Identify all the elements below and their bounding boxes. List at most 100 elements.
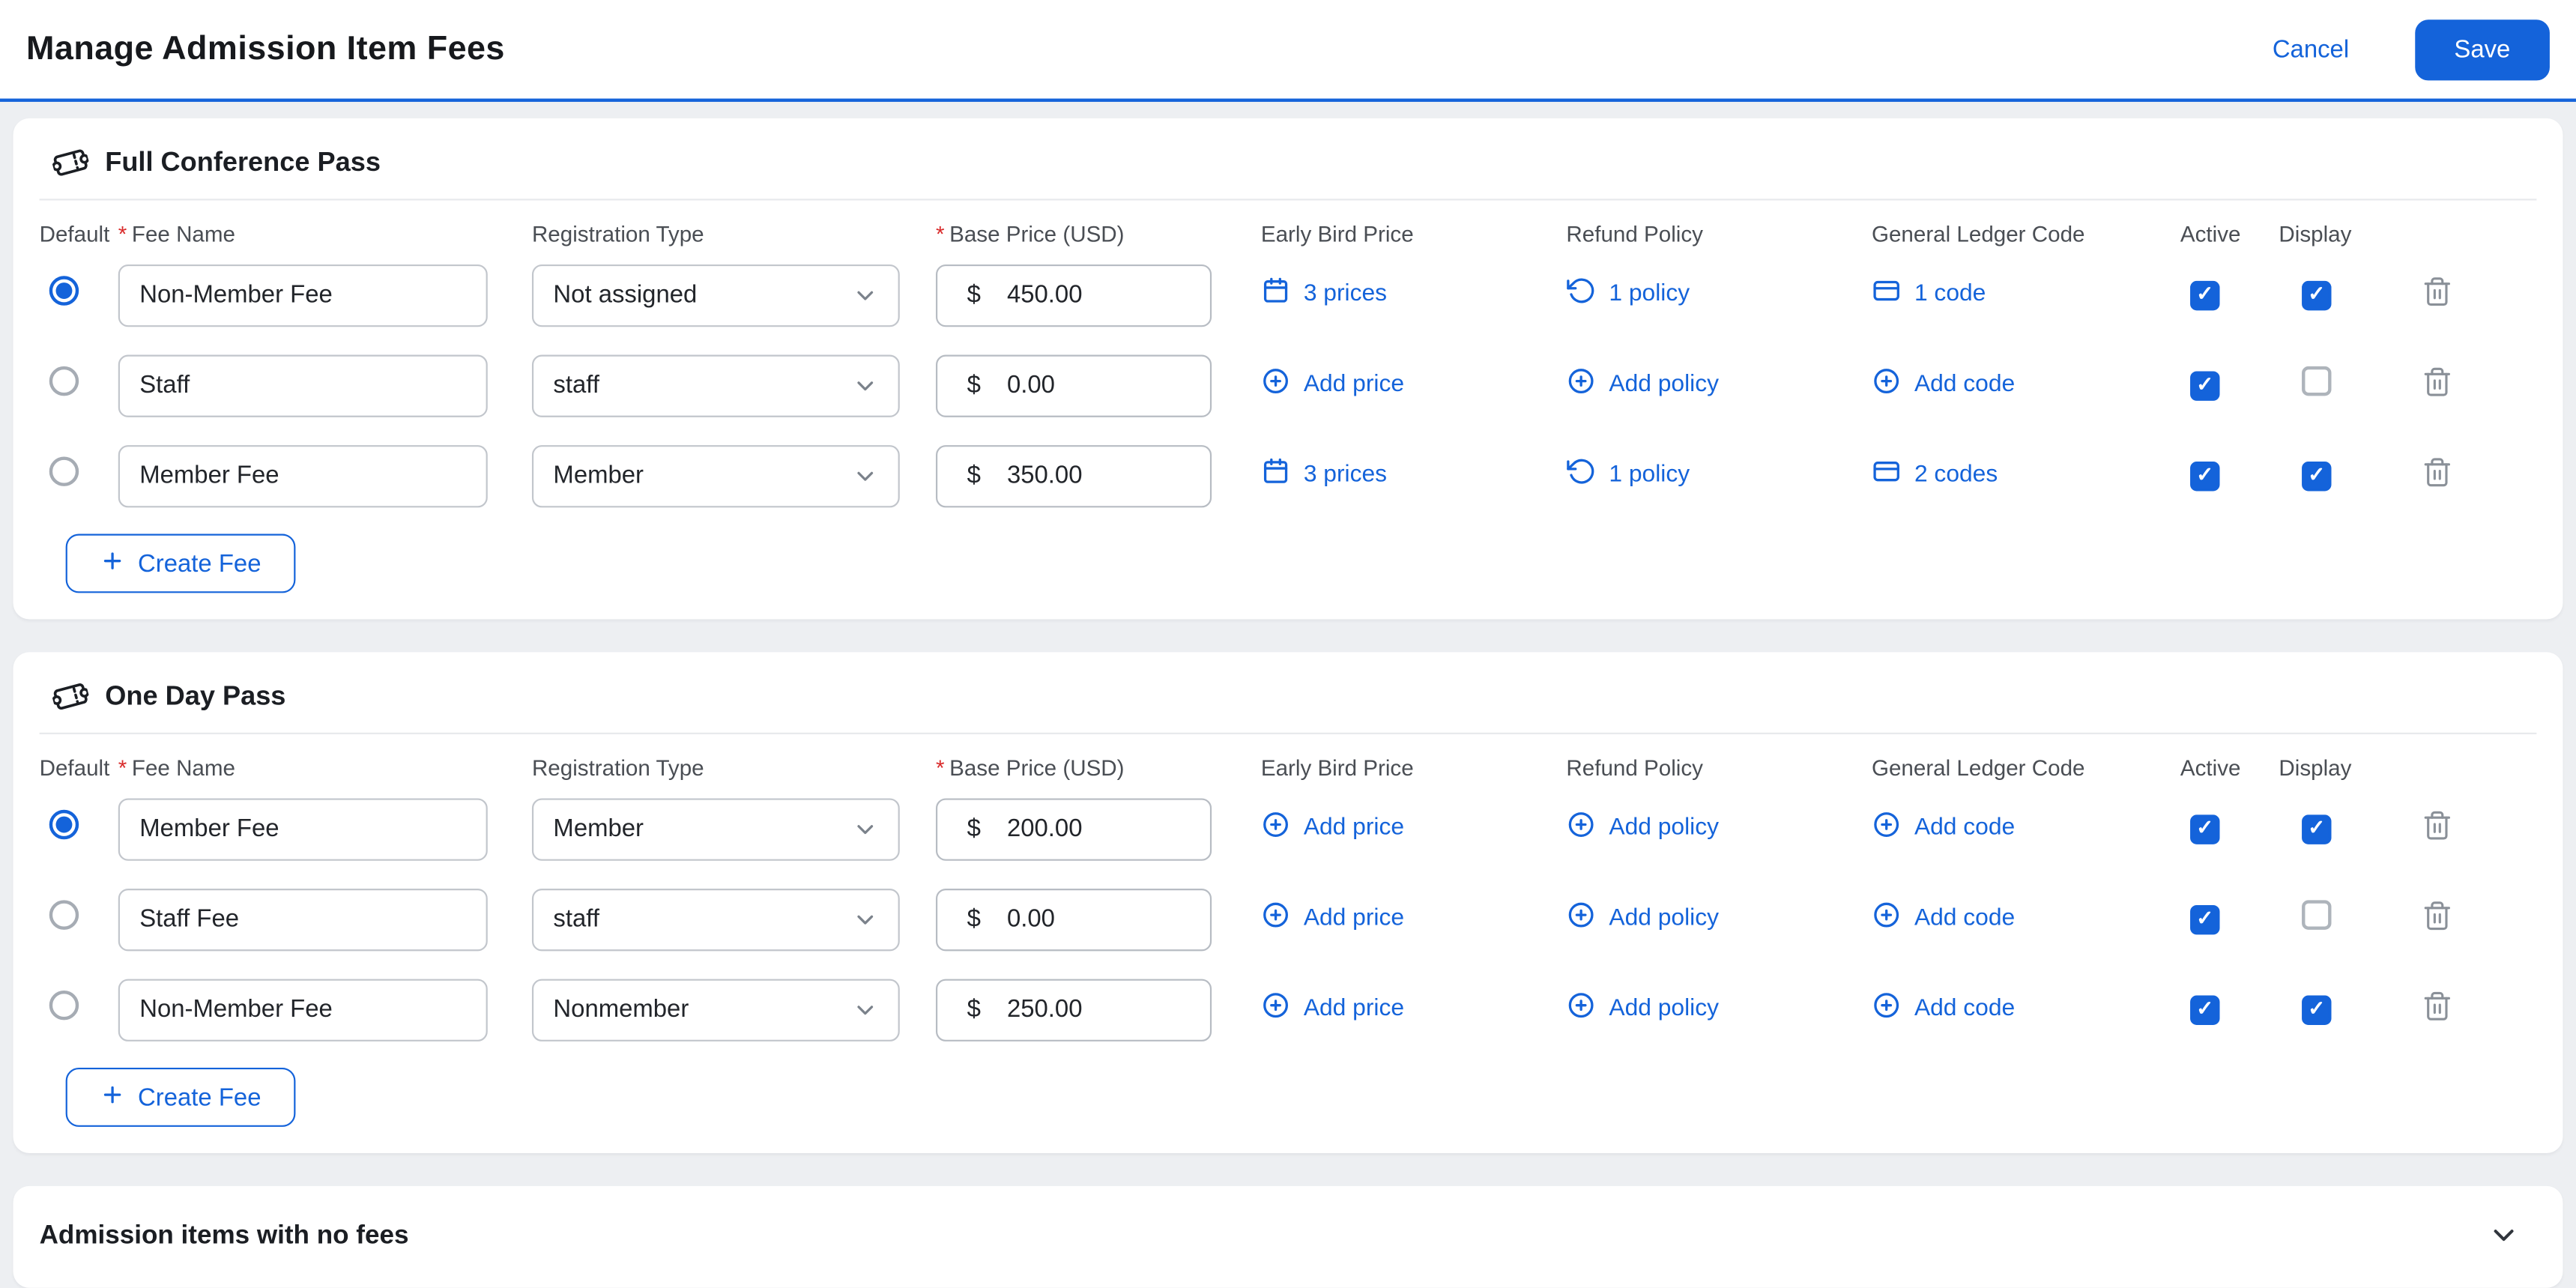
add-ledger-code-button[interactable]: Add code — [1872, 810, 2015, 846]
base-price-field[interactable]: $ — [935, 797, 1212, 860]
base-price-input[interactable] — [1006, 462, 1172, 490]
refund-policy-link[interactable]: 1 policy — [1566, 276, 1690, 312]
registration-type-value: Member — [553, 462, 644, 490]
fee-name-input[interactable] — [118, 887, 488, 951]
col-general-ledger-code: General Ledger Code — [1871, 220, 2085, 246]
default-fee-radio[interactable] — [49, 900, 79, 930]
delete-fee-button[interactable] — [2422, 275, 2453, 311]
currency-symbol: $ — [967, 462, 981, 490]
default-fee-radio[interactable] — [49, 809, 79, 840]
col-registration-type: Registration Type — [531, 755, 704, 780]
col-display: Display — [2279, 755, 2352, 780]
early-bird-price-link[interactable]: 3 prices — [1261, 456, 1387, 492]
add-refund-policy-button[interactable]: Add policy — [1566, 900, 1719, 936]
admission-items-no-fees-accordion[interactable]: Admission items with no fees — [13, 1185, 2563, 1288]
delete-fee-button[interactable] — [2422, 456, 2453, 492]
trash-icon — [2422, 809, 2453, 845]
base-price-field[interactable]: $ — [935, 354, 1212, 417]
add-refund-policy-button[interactable]: Add policy — [1566, 810, 1719, 846]
create-fee-label: Create Fee — [138, 549, 261, 578]
display-checkbox[interactable] — [2302, 814, 2332, 844]
early-bird-price-link[interactable]: 3 prices — [1261, 276, 1387, 312]
delete-fee-button[interactable] — [2422, 990, 2453, 1026]
registration-type-select[interactable]: Not assigned — [531, 263, 900, 327]
display-checkbox[interactable] — [2302, 994, 2332, 1025]
column-headers: Default * Fee Name Registration Type * Bas… — [40, 217, 2537, 250]
chevron-down-icon — [852, 372, 878, 399]
base-price-field[interactable]: $ — [935, 444, 1212, 507]
fee-name-input[interactable] — [118, 354, 488, 417]
delete-fee-button[interactable] — [2422, 899, 2453, 935]
add-early-bird-price-button[interactable]: Add price — [1261, 366, 1404, 402]
save-button[interactable]: Save — [2414, 19, 2550, 80]
default-fee-radio[interactable] — [49, 276, 79, 306]
add-refund-policy-button[interactable]: Add policy — [1566, 991, 1719, 1027]
base-price-input[interactable] — [1006, 904, 1172, 934]
section-header: One Day Pass — [39, 652, 2537, 734]
early-bird-label: Add price — [1303, 814, 1405, 841]
default-fee-radio[interactable] — [49, 456, 79, 486]
add-ledger-code-button[interactable]: Add code — [1872, 900, 2015, 936]
plus-circle-icon — [1261, 991, 1290, 1027]
refund-policy-label: 1 policy — [1609, 280, 1690, 307]
early-bird-label: Add price — [1303, 904, 1405, 932]
refund-policy-link[interactable]: 1 policy — [1566, 456, 1690, 492]
registration-type-select[interactable]: staff — [531, 354, 900, 417]
active-checkbox[interactable] — [2190, 904, 2220, 934]
add-early-bird-price-button[interactable]: Add price — [1261, 991, 1404, 1027]
display-checkbox[interactable] — [2302, 280, 2332, 310]
display-checkbox[interactable] — [2302, 461, 2332, 491]
refund-policy-icon — [1566, 456, 1595, 492]
add-ledger-code-button[interactable]: Add code — [1872, 991, 2015, 1027]
base-price-field[interactable]: $ — [935, 263, 1212, 327]
add-ledger-code-button[interactable]: Add code — [1872, 366, 2015, 402]
active-checkbox[interactable] — [2190, 461, 2220, 491]
ledger-code-label: 2 codes — [1914, 462, 1998, 489]
col-refund-policy: Refund Policy — [1566, 220, 1703, 246]
default-fee-radio[interactable] — [49, 990, 79, 1021]
expand-accordion-button[interactable] — [2488, 1218, 2537, 1256]
delete-fee-button[interactable] — [2422, 809, 2453, 845]
section-title: Full Conference Pass — [105, 147, 381, 177]
default-fee-radio[interactable] — [49, 366, 79, 396]
active-checkbox[interactable] — [2190, 814, 2220, 844]
display-checkbox[interactable] — [2302, 900, 2332, 930]
cancel-button[interactable]: Cancel — [2273, 35, 2349, 63]
fee-name-input[interactable] — [118, 263, 488, 327]
add-refund-policy-button[interactable]: Add policy — [1566, 366, 1719, 402]
registration-type-select[interactable]: Member — [531, 444, 900, 507]
base-price-input[interactable] — [1006, 371, 1172, 399]
manage-admission-fees-page: Manage Admission Item Fees Cancel Save F… — [0, 0, 2576, 1288]
base-price-field[interactable]: $ — [935, 978, 1212, 1041]
ledger-code-link[interactable]: 2 codes — [1872, 456, 1998, 492]
ledger-code-link[interactable]: 1 code — [1872, 276, 1986, 312]
plus-circle-icon — [1872, 810, 1901, 846]
active-checkbox[interactable] — [2190, 994, 2220, 1025]
base-price-field[interactable]: $ — [935, 887, 1212, 951]
fee-name-input[interactable] — [118, 978, 488, 1041]
active-checkbox[interactable] — [2190, 280, 2220, 310]
create-fee-label: Create Fee — [138, 1083, 261, 1112]
registration-type-select[interactable]: Nonmember — [531, 978, 900, 1041]
trash-icon — [2422, 275, 2453, 311]
base-price-input[interactable] — [1006, 995, 1172, 1024]
fee-name-input[interactable] — [118, 444, 488, 507]
fee-name-input[interactable] — [118, 797, 488, 860]
registration-type-select[interactable]: Member — [531, 797, 900, 860]
active-checkbox[interactable] — [2190, 370, 2220, 401]
refund-policy-label: Add policy — [1609, 814, 1719, 841]
add-early-bird-price-button[interactable]: Add price — [1261, 810, 1404, 846]
base-price-input[interactable] — [1006, 280, 1172, 309]
add-early-bird-price-button[interactable]: Add price — [1261, 900, 1404, 936]
base-price-input[interactable] — [1006, 814, 1172, 843]
delete-fee-button[interactable] — [2422, 366, 2453, 402]
col-general-ledger-code: General Ledger Code — [1871, 755, 2085, 780]
fee-row: staff $ Add price — [40, 874, 2537, 964]
required-marker: * — [935, 220, 945, 246]
create-fee-button[interactable]: Create Fee — [65, 533, 296, 593]
page-title: Manage Admission Item Fees — [26, 29, 505, 67]
plus-circle-icon — [1261, 810, 1290, 846]
registration-type-select[interactable]: staff — [531, 887, 900, 951]
display-checkbox[interactable] — [2302, 366, 2332, 396]
create-fee-button[interactable]: Create Fee — [65, 1067, 296, 1127]
